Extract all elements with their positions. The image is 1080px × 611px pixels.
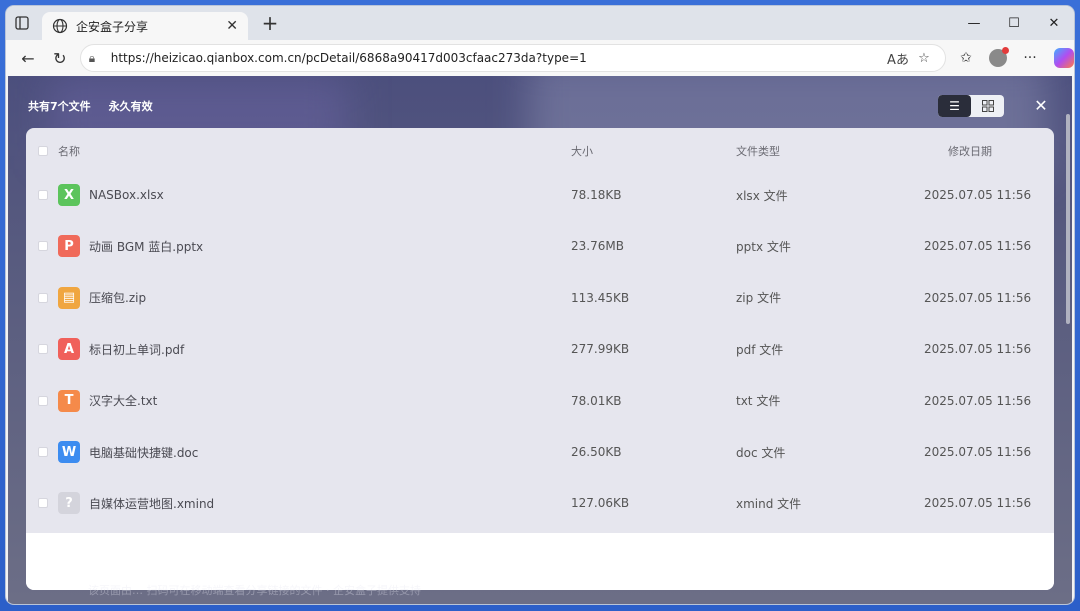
pdf-icon: A — [58, 338, 80, 361]
file-date: 2025.07.05 11:56 — [924, 445, 1032, 459]
file-type: pdf 文件 — [736, 342, 784, 357]
file-type: pptx 文件 — [736, 239, 791, 254]
table-row[interactable]: W 电脑基础快捷键.doc 26.50KB doc 文件 2025.07.05 11:5… — [26, 432, 1054, 472]
close-tab-icon[interactable]: ✕ — [226, 18, 238, 34]
row-checkbox[interactable] — [38, 241, 48, 252]
header-size: 大小 — [571, 145, 593, 158]
list-view-icon[interactable]: ☰ — [938, 95, 971, 117]
header-date: 修改日期 — [948, 145, 992, 158]
file-date: 2025.07.05 11:56 — [924, 342, 1032, 357]
header-name: 名称 — [58, 145, 80, 158]
select-all-checkbox[interactable] — [38, 146, 48, 156]
table-row[interactable]: X NASBox.xlsx 78.18KB xlsx 文件 2025.07.05 11:… — [26, 175, 1054, 215]
row-checkbox[interactable] — [38, 190, 48, 200]
file-date: 2025.07.05 11:56 — [924, 496, 1032, 511]
url-text: https://heizicao.qianbox.com.cn/pcDetail… — [110, 51, 587, 65]
file-name-cell[interactable]: T 汉字大全.txt — [58, 389, 157, 412]
file-date: 2025.07.05 11:56 — [924, 393, 1032, 408]
file-list-panel: 名称 大小 文件类型 修改日期 X NASBox.xlsx 78.18KB xlsx … — [26, 128, 1054, 590]
file-name-cell[interactable]: P 动画 BGM 蓝白.pptx — [58, 235, 203, 258]
site-info-icon[interactable]: 🔒︎ — [89, 51, 105, 66]
bottom-note: 该页面由… 扫码可在移动端查看分享链接的文件 · 企安盒子提供支持 — [88, 584, 421, 597]
table-row[interactable]: ▤ 压缩包.zip 113.45KB zip 文件 2025.07.05 11:56 — [26, 278, 1054, 318]
maximize-icon[interactable]: ☐ — [994, 6, 1034, 40]
file-name-cell[interactable]: ▤ 压缩包.zip — [58, 286, 146, 309]
validity-label: 永久有效 — [108, 100, 153, 113]
file-name[interactable]: 电脑基础快捷键.doc — [89, 444, 198, 461]
powerpoint-icon: P — [58, 235, 80, 258]
file-size: 113.45KB — [571, 290, 630, 305]
file-name[interactable]: 动画 BGM 蓝白.pptx — [89, 238, 203, 255]
browser-tab[interactable]: 企安盒子分享 ✕ — [42, 12, 248, 40]
text-icon: T — [58, 389, 80, 412]
more-menu-icon[interactable]: ··· — [1014, 43, 1046, 73]
scrollbar[interactable] — [1066, 114, 1070, 324]
file-name-cell[interactable]: X NASBox.xlsx — [58, 184, 164, 206]
unknown-file-icon: ? — [58, 492, 80, 515]
table-row[interactable]: A 标日初上单词.pdf 277.99KB pdf 文件 2025.07.05 11:5… — [26, 329, 1054, 369]
file-size: 26.50KB — [571, 445, 622, 459]
view-toggle: ☰ — [938, 95, 1004, 117]
excel-icon: X — [58, 184, 80, 206]
file-date: 2025.07.05 11:56 — [924, 290, 1032, 305]
row-checkbox[interactable] — [38, 498, 48, 509]
file-name[interactable]: NASBox.xlsx — [89, 188, 164, 202]
row-checkbox[interactable] — [38, 395, 48, 406]
file-date: 2025.07.05 11:56 — [924, 188, 1032, 202]
favorites-icon[interactable]: ✩ — [950, 43, 982, 73]
file-name-cell[interactable]: W 电脑基础快捷键.doc — [58, 441, 198, 463]
tab-actions-icon[interactable] — [6, 6, 38, 40]
file-size: 277.99KB — [571, 342, 630, 357]
file-name[interactable]: 自媒体运营地图.xmind — [89, 495, 214, 512]
file-name[interactable]: 标日初上单词.pdf — [89, 341, 184, 358]
header-type: 文件类型 — [736, 145, 780, 158]
copilot-icon[interactable] — [1054, 48, 1074, 68]
file-type: doc 文件 — [736, 445, 786, 460]
close-icon[interactable]: ✕ — [1030, 94, 1052, 116]
file-name-cell[interactable]: A 标日初上单词.pdf — [58, 338, 184, 361]
browser-window: 企安盒子分享 ✕ + — ☐ ✕ ← ↻ 🔒︎ https://heizicao… — [6, 6, 1074, 604]
file-size: 78.01KB — [571, 393, 622, 408]
favorite-star-icon[interactable]: ☆ — [911, 51, 937, 66]
file-type: xmind 文件 — [736, 496, 802, 511]
table-header: 名称 大小 文件类型 修改日期 — [26, 131, 1054, 171]
table-row[interactable]: T 汉字大全.txt 78.01KB txt 文件 2025.07.05 11:56 — [26, 381, 1054, 421]
read-aloud-icon[interactable]: Aあ — [885, 49, 911, 68]
file-size: 23.76MB — [571, 239, 624, 254]
row-checkbox[interactable] — [38, 447, 48, 457]
tab-bar: 企安盒子分享 ✕ + — ☐ ✕ — [6, 6, 1074, 40]
table-row[interactable]: P 动画 BGM 蓝白.pptx 23.76MB pptx 文件 2025.07.05 … — [26, 226, 1054, 266]
share-page: 共有7个文件 永久有效 ☰ ✕ 名称 大小 文件类型 修改日期 X NASBox.… — [8, 76, 1072, 604]
share-info: 共有7个文件 永久有效 — [28, 98, 153, 114]
zip-icon: ▤ — [58, 286, 80, 309]
file-type: txt 文件 — [736, 394, 781, 409]
file-type: xlsx 文件 — [736, 188, 788, 203]
navigation-bar: ← ↻ 🔒︎ https://heizicao.qianbox.com.cn/p… — [6, 40, 1074, 76]
file-date: 2025.07.05 11:56 — [924, 239, 1032, 254]
grid-view-icon[interactable] — [971, 95, 1004, 117]
file-name-cell[interactable]: ? 自媒体运营地图.xmind — [58, 492, 214, 515]
file-name[interactable]: 汉字大全.txt — [89, 392, 157, 409]
globe-icon — [52, 18, 68, 34]
file-size: 78.18KB — [571, 188, 622, 202]
tab-title: 企安盒子分享 — [76, 19, 149, 34]
row-checkbox[interactable] — [38, 292, 48, 303]
file-size: 127.06KB — [571, 496, 630, 511]
word-icon: W — [58, 441, 80, 463]
minimize-icon[interactable]: — — [954, 6, 994, 40]
row-checkbox[interactable] — [38, 344, 48, 355]
refresh-icon[interactable]: ↻ — [44, 43, 76, 73]
table-row[interactable]: ? 自媒体运营地图.xmind 127.06KB xmind 文件 2025.07.05… — [26, 483, 1054, 523]
file-type: zip 文件 — [736, 291, 782, 306]
file-count-label: 共有7个文件 — [28, 100, 91, 113]
file-name[interactable]: 压缩包.zip — [89, 289, 146, 306]
address-bar[interactable]: 🔒︎ https://heizicao.qianbox.com.cn/pcDet… — [79, 44, 946, 72]
window-close-icon[interactable]: ✕ — [1034, 6, 1074, 40]
profile-avatar[interactable] — [989, 47, 1009, 67]
new-tab-icon[interactable]: + — [254, 9, 286, 37]
back-icon[interactable]: ← — [12, 43, 44, 73]
